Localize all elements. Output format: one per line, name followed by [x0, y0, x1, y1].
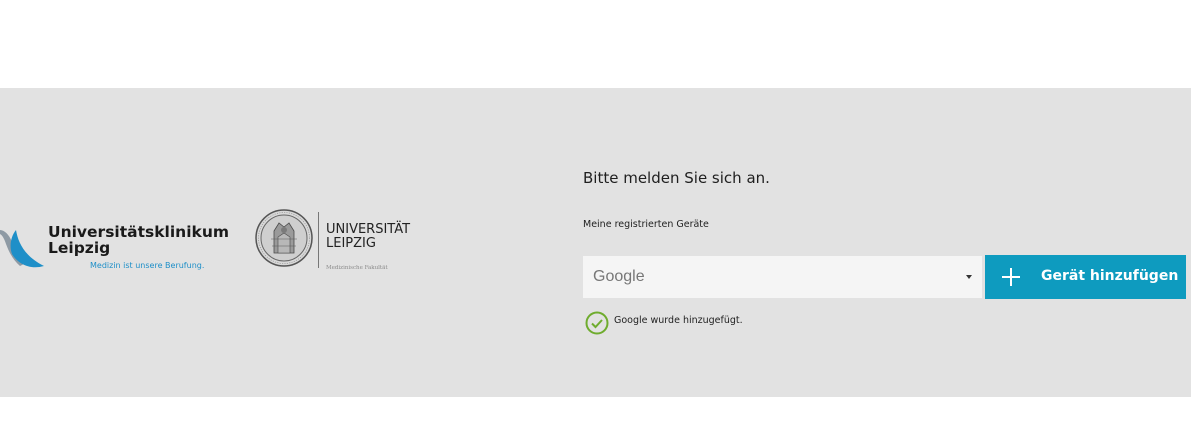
university-seal-icon — [255, 209, 313, 267]
add-device-button-label: Gerät hinzufügen — [1041, 268, 1179, 284]
ukl-arc-logo-icon — [0, 230, 44, 268]
ukl-name-line1: Universitätsklinikum — [48, 223, 230, 241]
ukl-name: Universitätsklinikum Leipzig — [48, 224, 229, 256]
login-title: Bitte melden Sie sich an. — [583, 169, 770, 187]
university-name-line1: UNIVERSITÄT — [326, 222, 411, 237]
registered-devices-label: Meine registrierten Geräte — [583, 219, 709, 230]
device-select[interactable]: Google — [583, 256, 982, 298]
ukl-logo: Universitätsklinikum Leipzig Medizin ist… — [0, 224, 229, 274]
chevron-down-icon — [966, 275, 972, 279]
university-name: UNIVERSITÄT LEIPZIG — [326, 223, 410, 251]
add-device-button[interactable]: Gerät hinzufügen — [985, 255, 1186, 299]
plus-icon — [1002, 268, 1020, 286]
university-logo: UNIVERSITÄT LEIPZIG Medizinische Fakultä… — [255, 209, 425, 279]
ukl-slogan: Medizin ist unsere Berufung. — [90, 261, 205, 270]
ukl-name-line2: Leipzig — [48, 239, 111, 257]
faculty-name: Medizinische Fakultät — [326, 265, 388, 271]
device-select-value: Google — [593, 268, 645, 285]
status-message-text: Google wurde hinzugefügt. — [614, 315, 743, 326]
university-name-line2: LEIPZIG — [326, 236, 376, 251]
check-circle-icon — [585, 311, 609, 335]
logo-divider — [318, 212, 319, 268]
